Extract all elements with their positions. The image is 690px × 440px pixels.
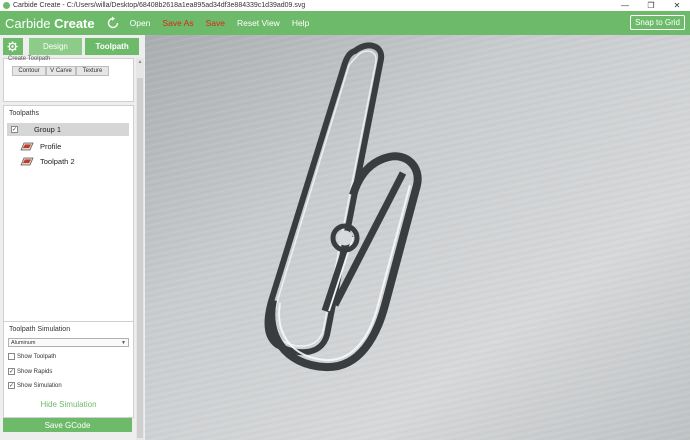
simulation-viewport[interactable]: [145, 35, 690, 440]
material-value: Aluminum: [11, 339, 36, 346]
left-panel: Design Toolpath Create Toolpath Contour …: [0, 35, 145, 440]
menu-reset-view[interactable]: Reset View: [237, 18, 280, 28]
show-toolpath-label: Show Toolpath: [17, 353, 57, 360]
vcarve-button[interactable]: V Carve: [46, 66, 76, 76]
toolpath-group-row[interactable]: ✓ Group 1: [7, 123, 129, 136]
toolpath-label: Toolpath 2: [40, 156, 75, 166]
show-rapids-label: Show Rapids: [17, 368, 53, 375]
window-title: Carbide Create - C:/Users/willa/Desktop/…: [13, 2, 306, 9]
tab-toolpath[interactable]: Toolpath: [85, 38, 139, 55]
refresh-icon[interactable]: [103, 13, 123, 33]
brushed-texture: [145, 35, 690, 440]
minimize-button[interactable]: —: [612, 0, 638, 11]
brand-carbide: Carbide: [5, 15, 55, 31]
toolpaths-title: Toolpaths: [9, 110, 39, 117]
toolpath-item-toolpath-2[interactable]: Toolpath 2: [20, 155, 75, 167]
left-panel-scrollbar[interactable]: ▲: [136, 58, 144, 440]
show-simulation-checkbox[interactable]: ✓: [8, 382, 15, 389]
menu-help[interactable]: Help: [292, 18, 309, 28]
material-select[interactable]: Aluminum ▼: [8, 338, 129, 347]
brand-create: Create: [54, 15, 95, 31]
close-button[interactable]: ✕: [664, 0, 690, 11]
app-brand: Carbide Create: [5, 16, 95, 31]
group-label: Group 1: [34, 125, 62, 134]
show-simulation-label: Show Simulation: [17, 382, 62, 389]
toolpath-icon: [20, 142, 34, 150]
save-gcode-button[interactable]: Save GCode: [3, 418, 132, 432]
menu-open[interactable]: Open: [130, 18, 151, 28]
show-rapids-checkbox[interactable]: ✓: [8, 368, 15, 375]
texture-button[interactable]: Texture: [76, 66, 109, 76]
create-toolpath-buttons: Contour V Carve Texture: [12, 66, 109, 76]
snap-to-grid-button[interactable]: Snap to Grid: [630, 15, 685, 30]
simulation-section: Toolpath Simulation Aluminum ▼ Show Tool…: [3, 321, 134, 418]
toolpath-label: Profile: [40, 141, 62, 151]
tab-design[interactable]: Design: [28, 38, 83, 55]
toolpaths-section: Toolpaths ✓ Group 1 Profile Toolpath 2: [3, 105, 134, 350]
simulation-title: Toolpath Simulation: [9, 326, 71, 333]
create-toolpath-section: Create Toolpath Contour V Carve Texture: [3, 56, 134, 102]
maximize-button[interactable]: ❐: [638, 0, 664, 11]
mode-tabs: Design Toolpath: [3, 38, 142, 55]
scroll-up-arrow-icon[interactable]: ▲: [136, 58, 144, 66]
menu-save[interactable]: Save: [206, 18, 225, 28]
main-menu: Open Save As Save Reset View Help: [130, 18, 322, 28]
show-rapids-option[interactable]: ✓ Show Rapids: [8, 368, 52, 375]
chevron-down-icon: ▼: [121, 340, 126, 346]
window-controls: — ❐ ✕: [612, 0, 690, 11]
create-toolpath-label: Create Toolpath: [8, 56, 51, 62]
toolpath-item-profile[interactable]: Profile: [20, 140, 61, 152]
window-titlebar: Carbide Create - C:/Users/willa/Desktop/…: [0, 0, 690, 11]
show-toolpath-checkbox[interactable]: [8, 353, 15, 360]
gear-icon: [7, 41, 18, 52]
simulation-render: [145, 35, 690, 440]
show-toolpath-option[interactable]: Show Toolpath: [8, 353, 56, 360]
toolpath-icon: [20, 157, 34, 165]
scroll-thumb[interactable]: [137, 78, 143, 438]
app-toolbar: Carbide Create Open Save As Save Reset V…: [0, 11, 690, 35]
group-checkbox[interactable]: ✓: [11, 126, 18, 133]
hide-simulation-button[interactable]: Hide Simulation: [4, 400, 133, 409]
contour-button[interactable]: Contour: [12, 66, 46, 76]
carbide-app-icon: [3, 2, 10, 9]
settings-button[interactable]: [3, 38, 23, 55]
menu-save-as[interactable]: Save As: [162, 18, 193, 28]
show-simulation-option[interactable]: ✓ Show Simulation: [8, 382, 62, 389]
